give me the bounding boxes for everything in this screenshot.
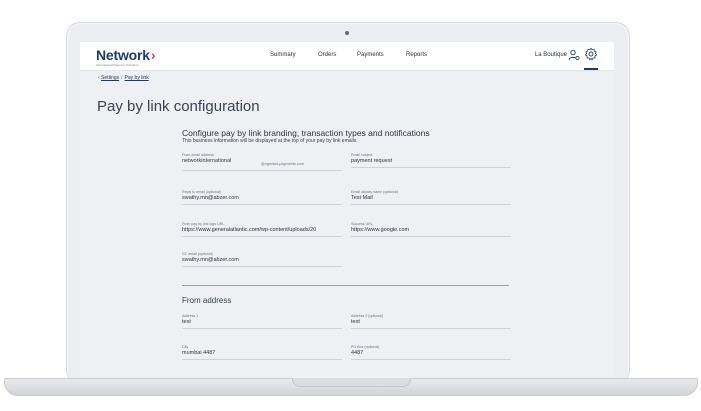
laptop-base-notch [292, 378, 411, 387]
reply-to-label: Reply to email (optional) [182, 190, 221, 194]
app-screen: Network› International Payment Solutions… [80, 42, 614, 378]
success-url-field[interactable]: Success URL https://www.google.com [351, 222, 511, 237]
page-title: Pay by link configuration [97, 98, 260, 115]
nav-summary[interactable]: Summary [270, 52, 296, 58]
from-email-domain-suffix: @ngenius-payments.com [261, 162, 305, 166]
from-email-field[interactable]: From email address networkinternational [182, 153, 262, 164]
po-box-input[interactable]: 4487 [351, 350, 511, 356]
city-field[interactable]: City mumbai 4487 [182, 345, 342, 360]
nav-reports[interactable]: Reports [406, 52, 427, 58]
from-email-underline [182, 170, 342, 171]
breadcrumb-settings-link[interactable]: Settings [101, 75, 119, 81]
address2-input[interactable]: test [351, 319, 511, 325]
reply-to-input[interactable]: swathy.mn@abzer.com [182, 195, 342, 201]
network-logo[interactable]: Network› [96, 47, 156, 63]
address1-label: Address 1 [182, 314, 199, 318]
section-description: This business information will be displa… [182, 138, 358, 144]
cc-email-label: CC email (optional) [182, 252, 213, 256]
city-input[interactable]: mumbai 4487 [182, 350, 342, 356]
po-box-field[interactable]: PO Box (optional) 4487 [351, 345, 511, 360]
reply-to-field[interactable]: Reply to email (optional) swathy.mn@abze… [182, 190, 342, 205]
address2-field[interactable]: Address 2 (optional) test [351, 314, 511, 329]
email-subject-input[interactable]: payment request [351, 158, 511, 164]
success-url-label: Success URL [351, 222, 373, 226]
cc-email-field[interactable]: CC email (optional) swathy.mn@abzer.com [182, 252, 342, 267]
email-subject-label: Email subject [351, 153, 373, 157]
po-box-label: PO Box (optional) [351, 345, 380, 349]
logo-url-label: From pay by link logo URL [182, 222, 225, 226]
logo-url-field[interactable]: From pay by link logo URL https://www.ge… [182, 222, 342, 237]
nav-orders[interactable]: Orders [318, 52, 336, 58]
from-email-label: From email address [182, 153, 214, 157]
from-email-input[interactable]: networkinternational [182, 158, 262, 164]
address1-input[interactable]: test [182, 319, 342, 325]
breadcrumb-current[interactable]: Pay by link [125, 75, 149, 81]
user-settings-icon[interactable] [568, 49, 580, 61]
display-name-field[interactable]: Email display name (optional) Test Mail [351, 190, 511, 205]
address1-field[interactable]: Address 1 test [182, 314, 342, 329]
from-address-title: From address [182, 296, 232, 305]
section-title: Configure pay by link branding, transact… [182, 128, 430, 138]
cc-email-input[interactable]: swathy.mn@abzer.com [182, 257, 342, 263]
display-name-label: Email display name (optional) [351, 190, 399, 194]
display-name-input[interactable]: Test Mail [351, 195, 511, 201]
top-navigation-bar: Network› International Payment Solutions… [80, 42, 614, 71]
breadcrumb: ‹ Settings / Pay by link [98, 75, 149, 81]
logo-url-input[interactable]: https://www.generalatlantic.com/wp-conte… [182, 227, 342, 233]
section-divider [182, 285, 509, 286]
email-subject-field[interactable]: Email subject payment request [351, 153, 511, 168]
active-settings-indicator [584, 68, 598, 70]
gear-icon[interactable] [584, 47, 598, 61]
store-name[interactable]: La Boutique [535, 52, 567, 58]
logo-tagline: International Payment Solutions [96, 63, 139, 67]
success-url-input[interactable]: https://www.google.com [351, 227, 511, 233]
camera-dot [345, 31, 349, 35]
nav-payments[interactable]: Payments [357, 52, 384, 58]
address2-label: Address 2 (optional) [351, 314, 384, 318]
city-label: City [182, 345, 189, 349]
